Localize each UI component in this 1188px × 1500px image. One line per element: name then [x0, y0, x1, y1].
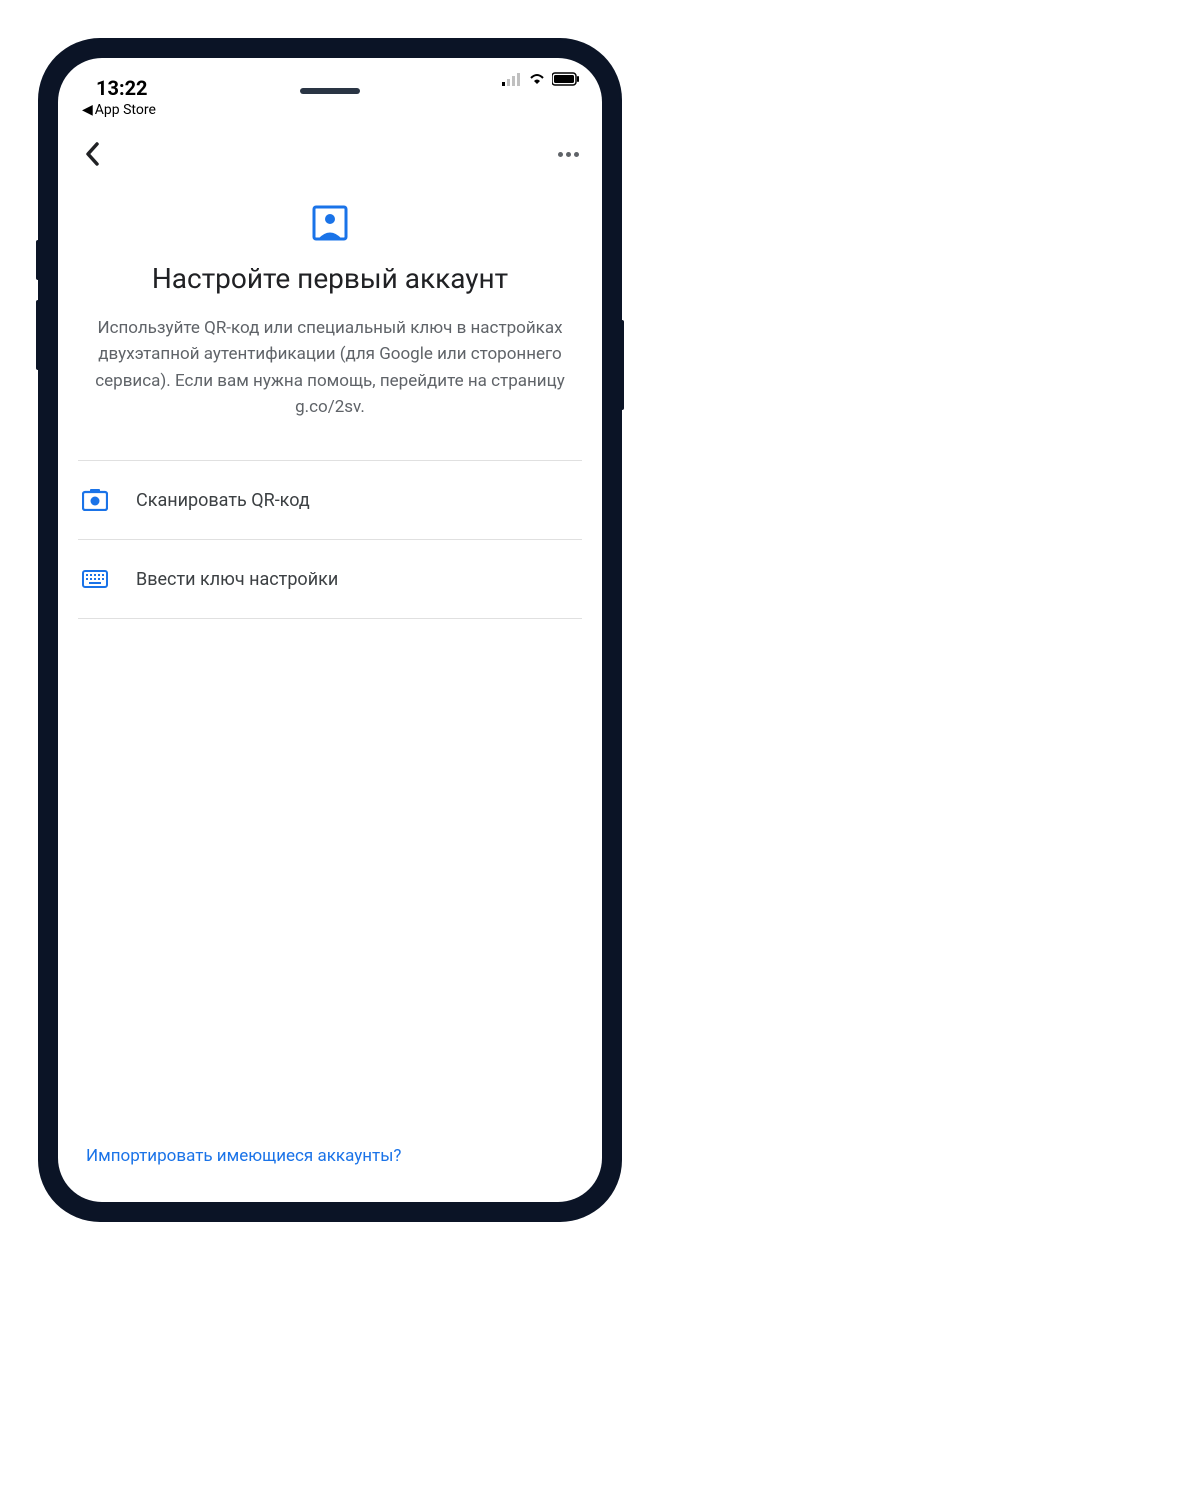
phone-side-button	[36, 240, 40, 280]
account-box-icon	[311, 204, 349, 242]
chevron-left-icon	[85, 142, 99, 166]
phone-side-button	[36, 300, 40, 370]
hero-icon-container	[78, 180, 582, 262]
phone-frame: 13:22 ◀ App Store	[40, 40, 620, 1220]
camera-icon	[82, 487, 108, 513]
screen: 13:22 ◀ App Store	[58, 58, 602, 1202]
spacer	[78, 619, 582, 1126]
option-label: Сканировать QR-код	[136, 490, 310, 511]
keyboard-icon	[82, 566, 108, 592]
signal-icon	[502, 72, 522, 86]
import-accounts-link[interactable]: Импортировать имеющиеся аккаунты?	[78, 1126, 582, 1202]
content: Настройте первый аккаунт Используйте QR-…	[58, 180, 602, 1202]
option-list: Сканировать QR-код	[78, 460, 582, 619]
back-app-label: App Store	[95, 102, 156, 118]
page-description: Используйте QR-код или специальный ключ …	[78, 315, 582, 420]
back-button[interactable]	[78, 140, 106, 168]
dot-icon	[574, 152, 579, 157]
back-to-app-link[interactable]: ◀ App Store	[82, 102, 578, 118]
phone-side-button	[618, 320, 624, 410]
back-triangle-icon: ◀	[82, 102, 93, 118]
dot-icon	[558, 152, 563, 157]
battery-icon	[552, 72, 580, 86]
more-menu-button[interactable]	[554, 140, 582, 168]
wifi-icon	[528, 72, 546, 86]
status-bar: 13:22 ◀ App Store	[58, 58, 602, 122]
scan-qr-option[interactable]: Сканировать QR-код	[78, 461, 582, 540]
option-label: Ввести ключ настройки	[136, 569, 338, 590]
enter-key-option[interactable]: Ввести ключ настройки	[78, 540, 582, 619]
dot-icon	[566, 152, 571, 157]
page-title: Настройте первый аккаунт	[78, 262, 582, 295]
status-icons	[502, 72, 580, 86]
nav-bar	[58, 122, 602, 180]
